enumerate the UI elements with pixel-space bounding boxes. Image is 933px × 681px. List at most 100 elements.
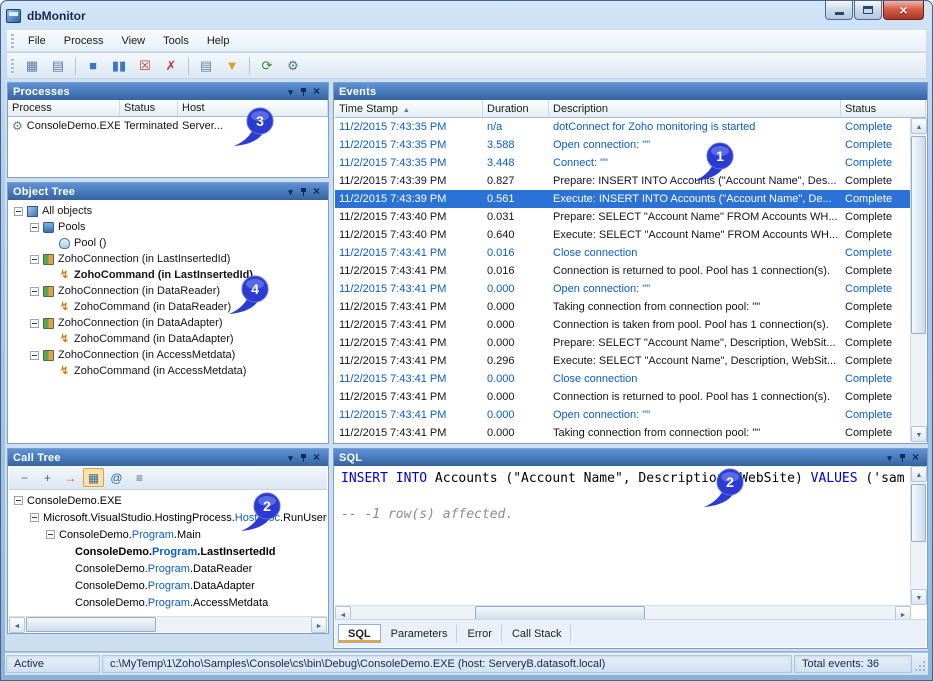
object-tree-item[interactable]: ZohoConnection (in AccessMetdata) xyxy=(9,347,327,363)
calltree-collapse-all-button[interactable]: − xyxy=(14,468,35,487)
collapse-expander-icon[interactable] xyxy=(30,513,39,522)
resize-grip[interactable] xyxy=(913,655,927,673)
scroll-right-button[interactable] xyxy=(311,617,327,633)
sql-caption[interactable]: SQL xyxy=(334,449,927,466)
scroll-down-button[interactable] xyxy=(911,589,927,605)
process-row[interactable]: ConsoleDemo.EXE Terminated Server... xyxy=(8,117,328,135)
processes-objecttree-splitter[interactable] xyxy=(7,178,329,182)
menu-item-file[interactable]: File xyxy=(19,31,55,51)
call-tree-item[interactable]: ConsoleDemo.Program.LastInsertedId xyxy=(9,543,327,560)
tab-call-stack[interactable]: Call Stack xyxy=(502,624,572,643)
toolbar-refresh-button[interactable]: ⟳ xyxy=(255,55,279,77)
call-tree-horizontal-scrollbar[interactable] xyxy=(9,616,327,632)
menu-item-tools[interactable]: Tools xyxy=(154,31,198,51)
object-tree-item[interactable]: ZohoCommand (in DataReader) xyxy=(9,299,327,315)
sql-code[interactable]: INSERT INTO Accounts ("Account Name", De… xyxy=(335,466,911,605)
object-tree-item[interactable]: ZohoCommand (in DataAdapter) xyxy=(9,331,327,347)
events-caption[interactable]: Events xyxy=(334,83,927,100)
toolbar-clear-events-button[interactable]: ☒ xyxy=(133,55,157,77)
call-tree-collapse-button[interactable] xyxy=(284,451,297,464)
collapse-expander-icon[interactable] xyxy=(30,319,39,328)
menu-item-process[interactable]: Process xyxy=(55,31,113,51)
call-tree-caption[interactable]: Call Tree xyxy=(8,449,328,466)
event-row[interactable]: 11/2/2015 7:43:41 PM0.000Prepare: SELECT… xyxy=(335,334,910,352)
calltree-group-mode-button[interactable]: ≡ xyxy=(129,468,150,487)
toolbar-report-button[interactable]: ▤ xyxy=(194,55,218,77)
event-row[interactable]: 11/2/2015 7:43:41 PM0.000Taking connecti… xyxy=(335,424,910,442)
minimize-button[interactable] xyxy=(825,1,853,20)
collapse-expander-icon[interactable] xyxy=(46,530,55,539)
collapse-expander-icon[interactable] xyxy=(30,223,39,232)
scrollbar-thumb[interactable] xyxy=(911,484,926,542)
calltree-expand-all-button[interactable]: + xyxy=(37,468,58,487)
toolbar-delete-event-button[interactable]: ✗ xyxy=(159,55,183,77)
scroll-left-button[interactable] xyxy=(9,617,25,633)
column-header-duration[interactable]: Duration xyxy=(483,100,549,117)
menu-item-help[interactable]: Help xyxy=(198,31,239,51)
event-row[interactable]: 11/2/2015 7:43:41 PM0.000Taking connecti… xyxy=(335,298,910,316)
events-vertical-scrollbar[interactable] xyxy=(910,118,926,442)
event-row[interactable]: 11/2/2015 7:43:41 PM0.000Open connection… xyxy=(335,280,910,298)
event-row[interactable]: 11/2/2015 7:43:35 PM3.588Open connection… xyxy=(335,136,910,154)
column-header-status[interactable]: Status xyxy=(841,100,926,117)
object-tree-item[interactable]: ZohoCommand (in AccessMetdata) xyxy=(9,363,327,379)
object-tree-item[interactable]: Pools xyxy=(9,219,327,235)
event-row[interactable]: 11/2/2015 7:43:35 PMn/adotConnect for Zo… xyxy=(335,118,910,136)
menu-grip-handle[interactable] xyxy=(11,34,14,48)
scrollbar-thumb[interactable] xyxy=(26,617,156,632)
calltree-jump-to-event-button[interactable]: → xyxy=(60,468,81,487)
call-tree-close-button[interactable] xyxy=(310,451,323,464)
vertical-splitter[interactable] xyxy=(329,82,333,647)
sql-collapse-button[interactable] xyxy=(883,451,896,464)
collapse-expander-icon[interactable] xyxy=(30,287,39,296)
object-tree-caption[interactable]: Object Tree xyxy=(8,183,328,200)
event-row[interactable]: 11/2/2015 7:43:41 PM0.296Execute: SELECT… xyxy=(335,352,910,370)
toolbar-grip-handle[interactable] xyxy=(11,59,14,73)
toolbar-export-button[interactable]: ▤ xyxy=(46,55,70,77)
title-bar[interactable]: dbMonitor xyxy=(6,4,927,28)
sql-vertical-scrollbar[interactable] xyxy=(910,466,926,605)
column-header-status[interactable]: Status xyxy=(120,100,178,116)
scroll-up-button[interactable] xyxy=(911,118,927,134)
object-tree-item[interactable]: ZohoConnection (in LastInsertedId) xyxy=(9,251,327,267)
events-sql-splitter[interactable] xyxy=(333,444,928,448)
sql-pin-button[interactable] xyxy=(896,451,909,464)
object-tree-item[interactable]: All objects xyxy=(9,203,327,219)
toolbar-options-button[interactable]: ⚙ xyxy=(281,55,305,77)
call-tree-item[interactable]: ConsoleDemo.Program.AccessMetdata xyxy=(9,594,327,611)
event-row[interactable]: 11/2/2015 7:43:41 PM0.016Close connectio… xyxy=(335,244,910,262)
event-row[interactable]: 11/2/2015 7:43:41 PM0.000Connection is r… xyxy=(335,388,910,406)
collapse-expander-icon[interactable] xyxy=(14,207,23,216)
processes-caption[interactable]: Processes xyxy=(8,83,328,100)
column-header-process[interactable]: Process xyxy=(8,100,120,116)
event-row[interactable]: 11/2/2015 7:43:41 PM0.000Connection is t… xyxy=(335,316,910,334)
sql-close-button[interactable] xyxy=(909,451,922,464)
tab-sql[interactable]: SQL xyxy=(338,624,381,643)
processes-close-button[interactable] xyxy=(310,85,323,98)
object-tree-pin-button[interactable] xyxy=(297,185,310,198)
collapse-expander-icon[interactable] xyxy=(30,255,39,264)
object-tree-item[interactable]: ZohoCommand (in LastInsertedId) xyxy=(9,267,327,283)
maximize-button[interactable] xyxy=(854,1,882,20)
objecttree-calltree-splitter[interactable] xyxy=(7,444,329,448)
event-row[interactable]: 11/2/2015 7:43:40 PM0.640Execute: SELECT… xyxy=(335,226,910,244)
event-row[interactable]: 11/2/2015 7:43:41 PM0.000Close connectio… xyxy=(335,370,910,388)
tab-parameters[interactable]: Parameters xyxy=(381,624,458,643)
event-row[interactable]: 11/2/2015 7:43:35 PM3.448Connect: ""Comp… xyxy=(335,154,910,172)
scrollbar-thumb[interactable] xyxy=(911,136,926,334)
scroll-down-button[interactable] xyxy=(911,426,927,442)
event-row[interactable]: 11/2/2015 7:43:41 PM0.016Connection is r… xyxy=(335,262,910,280)
column-header-description[interactable]: Description xyxy=(549,100,841,117)
object-tree-item[interactable]: ZohoConnection (in DataReader) xyxy=(9,283,327,299)
event-row[interactable]: 11/2/2015 7:43:40 PM0.031Prepare: SELECT… xyxy=(335,208,910,226)
call-tree-item[interactable]: ConsoleDemo.Program.DataAdapter xyxy=(9,577,327,594)
column-header-time-stamp[interactable]: Time Stamp xyxy=(335,100,483,117)
close-button[interactable] xyxy=(883,1,924,20)
toolbar-filter-button[interactable]: ▼ xyxy=(220,55,244,77)
toolbar-stop-monitoring-button[interactable]: ■ xyxy=(81,55,105,77)
menu-item-view[interactable]: View xyxy=(112,31,154,51)
object-tree-item[interactable]: ZohoConnection (in DataAdapter) xyxy=(9,315,327,331)
collapse-expander-icon[interactable] xyxy=(30,351,39,360)
call-tree-item[interactable]: ConsoleDemo.Program.DataReader xyxy=(9,560,327,577)
collapse-expander-icon[interactable] xyxy=(14,496,23,505)
